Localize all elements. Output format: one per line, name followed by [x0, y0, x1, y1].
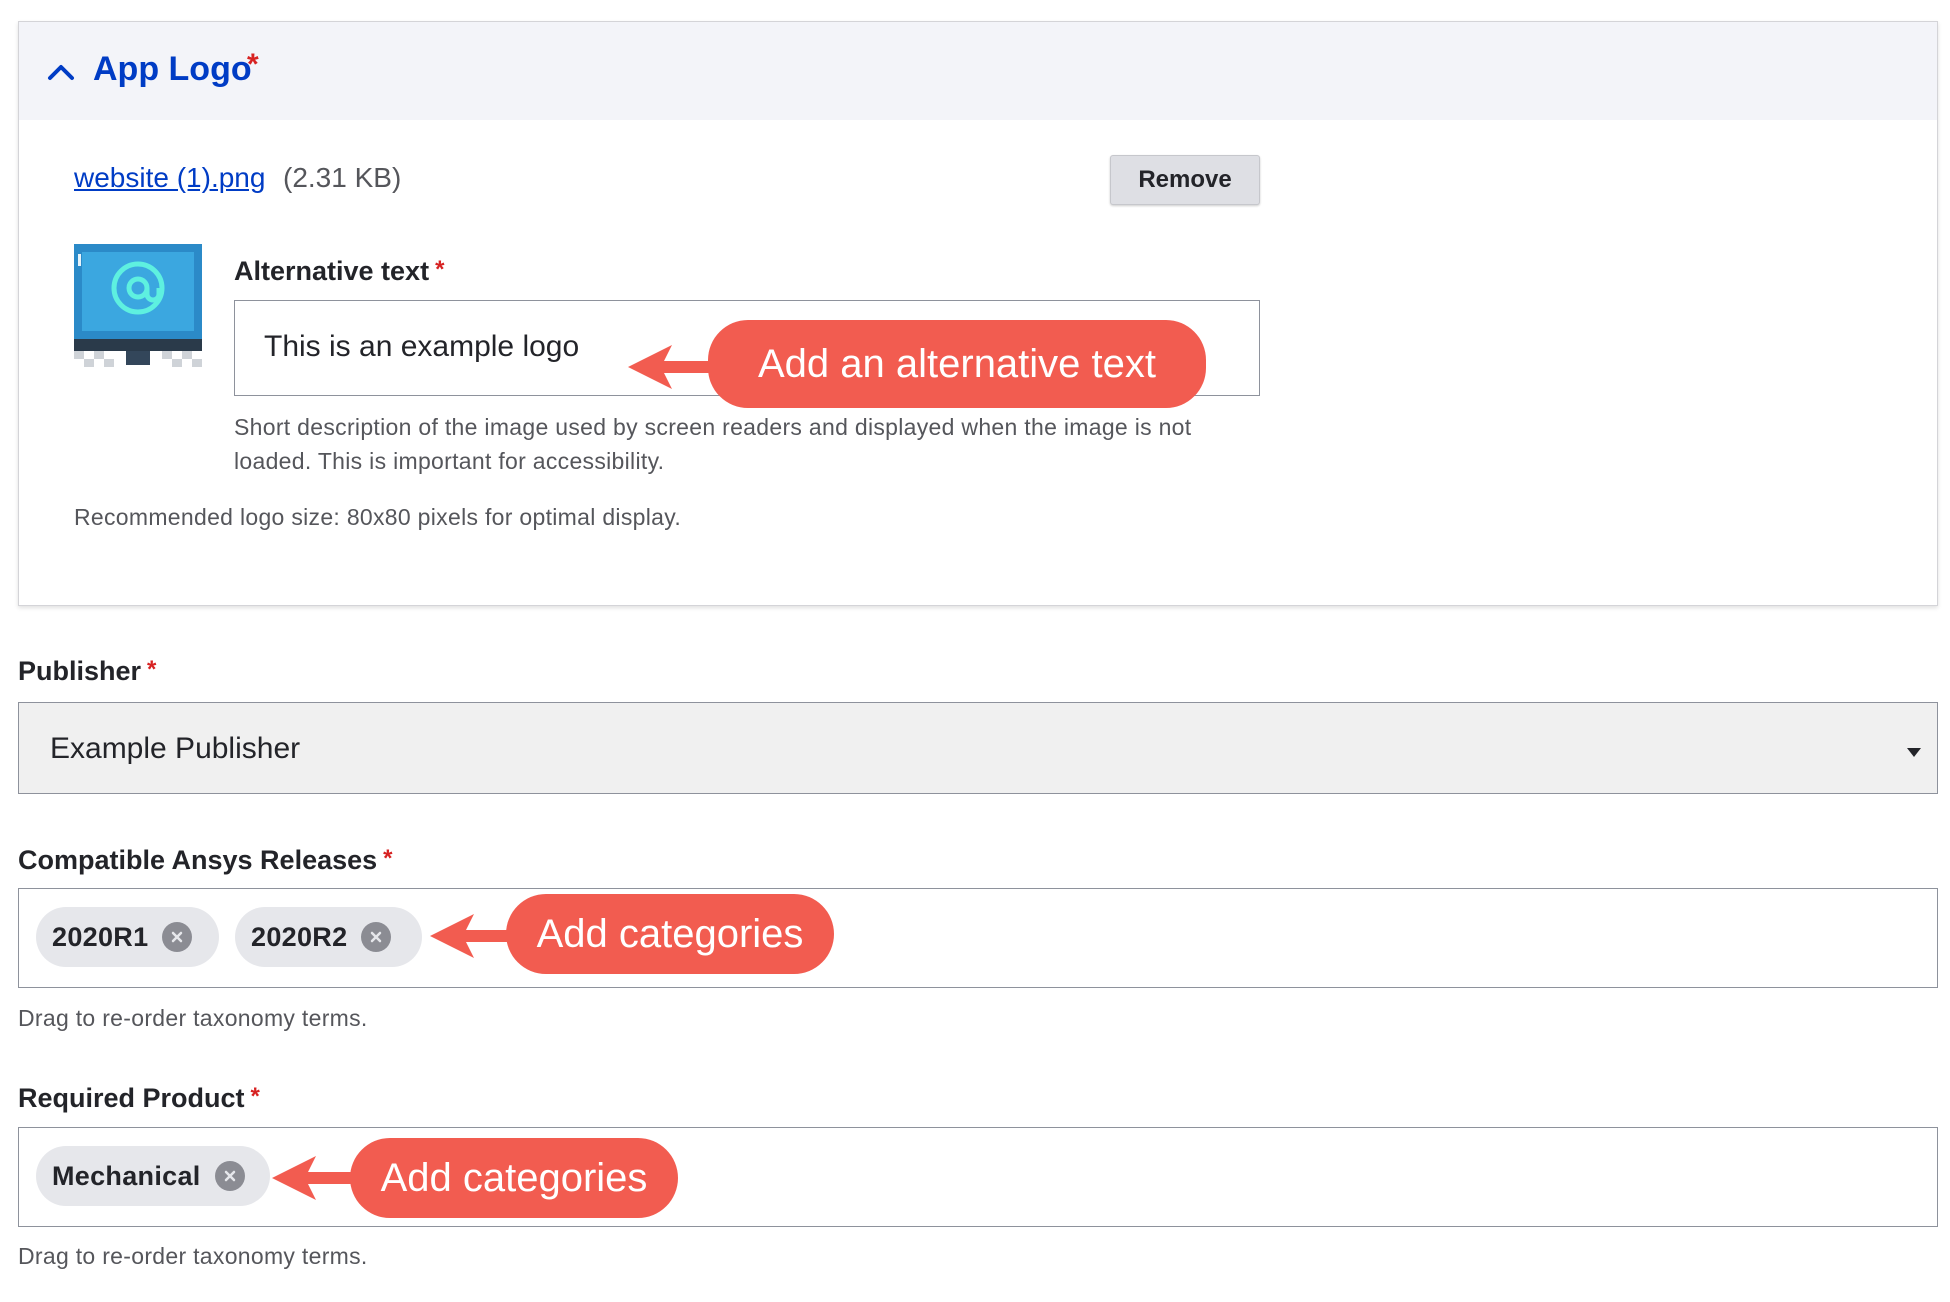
file-link[interactable]: website (1).png — [74, 162, 265, 194]
tag-chip[interactable]: 2020R2 — [235, 907, 422, 967]
releases-callout: Add categories — [506, 894, 834, 974]
caret-down-icon — [1907, 748, 1921, 757]
alt-text-value[interactable]: This is an example logo — [264, 330, 579, 364]
releases-label: Compatible Ansys Releases * — [18, 845, 393, 875]
remove-button[interactable]: Remove — [1110, 155, 1260, 205]
tag-chip[interactable]: 2020R1 — [36, 907, 219, 967]
app-logo-summary[interactable]: App Logo * — [19, 22, 1937, 120]
alt-text-label: Alternative text * — [234, 256, 445, 286]
chevron-up-icon — [48, 65, 74, 80]
publisher-label: Publisher * — [18, 656, 157, 686]
product-label: Required Product * — [18, 1083, 260, 1113]
remove-tag-icon[interactable] — [361, 922, 392, 952]
arrow-left-icon — [272, 1156, 358, 1200]
arrow-left-icon — [628, 345, 720, 389]
app-logo-title: App Logo — [93, 50, 252, 88]
remove-tag-icon[interactable] — [162, 922, 193, 952]
tag-label: Mechanical — [52, 1160, 201, 1191]
logo-thumbnail — [74, 244, 202, 367]
tag-chip[interactable]: Mechanical — [36, 1146, 270, 1206]
alt-text-help: Short description of the image used by s… — [234, 414, 1192, 474]
logo-recommendation: Recommended logo size: 80x80 pixels for … — [74, 504, 682, 530]
tag-label: 2020R1 — [52, 921, 149, 952]
releases-help: Drag to re-order taxonomy terms. — [18, 1005, 368, 1031]
publisher-select[interactable] — [18, 702, 1938, 794]
publisher-value: Example Publisher — [50, 732, 301, 765]
tag-label: 2020R2 — [251, 921, 348, 952]
remove-tag-icon[interactable] — [214, 1161, 245, 1191]
required-mark: * — [247, 48, 259, 81]
product-callout: Add categories — [350, 1138, 678, 1218]
product-help: Drag to re-order taxonomy terms. — [18, 1243, 368, 1269]
alt-text-callout: Add an alternative text — [708, 320, 1206, 408]
file-size: (2.31 KB) — [283, 162, 402, 193]
arrow-left-icon — [430, 914, 514, 958]
